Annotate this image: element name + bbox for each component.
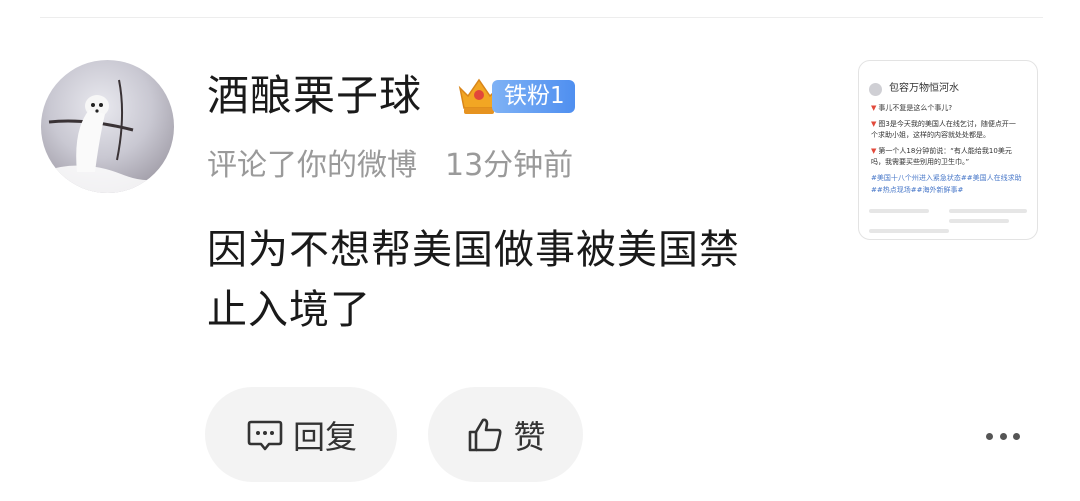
fan-badge-label: 铁粉1: [504, 83, 565, 109]
more-dot: [1013, 433, 1020, 440]
weibo-post-thumbnail[interactable]: 包容万物恒河水 ▼ 事儿不复是这么个事儿? ▼ 图3是今天我的美国人在线乞讨，随便点…: [858, 60, 1038, 240]
thumbnail-header: 包容万物恒河水: [869, 81, 959, 97]
username[interactable]: 酒酿栗子球: [207, 68, 422, 124]
comment-icon: [247, 420, 283, 450]
avatar-image: [41, 79, 174, 193]
thumbnail-line: 吗，我需要买些别用的卫生巾。”: [871, 158, 970, 166]
thumbs-up-icon: [469, 418, 503, 451]
thumbnail-line: ▼ 事儿不复是这么个事儿?: [871, 104, 953, 112]
like-label: 赞: [513, 417, 546, 456]
thumbnail-avatar: [869, 82, 882, 96]
comment-action: 评论了你的微博: [207, 148, 417, 183]
comment-text: 因为不想帮美国做事被美国禁 止入境了: [207, 220, 807, 340]
reply-button[interactable]: 回复: [205, 387, 397, 482]
more-dot: [986, 433, 993, 440]
like-button[interactable]: 赞: [428, 387, 583, 482]
thumbnail-placeholder-bar: [869, 209, 929, 213]
thumbnail-author: 包容万物恒河水: [889, 83, 959, 94]
thumbnail-placeholder-bar: [869, 229, 949, 233]
thumbnail-line: ▼ 第一个人18分钟前说：“有人能给我10美元: [871, 147, 1012, 155]
comment-text-line: 止入境了: [207, 287, 371, 333]
thumbnail-line: ##热点现场##海外新鲜事#: [871, 186, 964, 194]
thumbnail-placeholder-bar: [949, 219, 1009, 223]
thumbnail-placeholder-bar: [949, 209, 1027, 213]
thumbnail-line: 个求助小姐，这样的内容就处处都是。: [871, 131, 990, 139]
more-icon[interactable]: [986, 433, 1020, 441]
more-dot: [999, 433, 1007, 440]
comment-text-line: 因为不想帮美国做事被美国禁: [207, 227, 740, 273]
thumbnail-line: ▼ 图3是今天我的美国人在线乞讨，随便点开一: [871, 120, 1016, 128]
fan-badge[interactable]: 铁粉1: [492, 80, 575, 113]
user-avatar[interactable]: [41, 60, 174, 193]
reply-label: 回复: [292, 417, 357, 456]
comment-meta: 评论了你的微博 13分钟前: [207, 145, 573, 187]
comment-time: 13分钟前: [445, 148, 574, 183]
top-divider: [40, 17, 1043, 18]
thumbnail-line: #美国十八个州进入紧急状态##美国人在线求助: [871, 174, 1022, 182]
